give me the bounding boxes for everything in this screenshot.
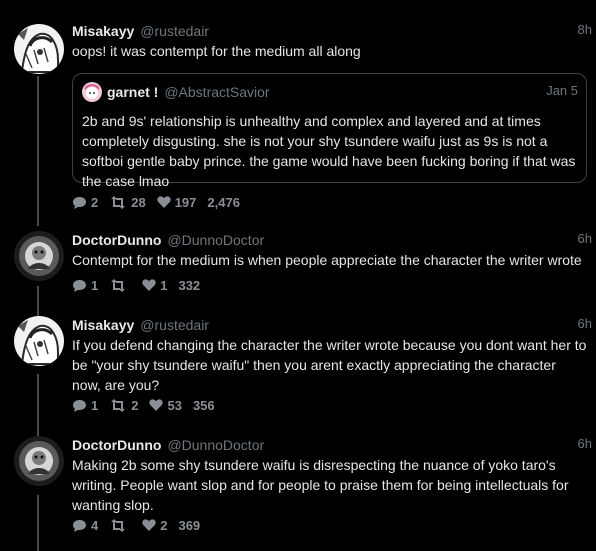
heart-icon — [149, 399, 164, 411]
tweet-text: oops! it was contempt for the medium all… — [72, 43, 361, 59]
clipped-top-icons — [268, 0, 328, 4]
tweet[interactable]: Misakayy @rustedair 8h oops! it was conte… — [0, 22, 596, 222]
reply-button[interactable]: 2 — [72, 195, 98, 210]
tweet-header: Misakayy @rustedair — [72, 316, 596, 334]
retweet-icon — [111, 398, 126, 412]
tweet-actions: 1 1 332 — [72, 277, 200, 293]
retweet-icon — [111, 278, 126, 292]
retweet-button[interactable] — [109, 278, 131, 292]
tweet-actions: 4 2 369 — [72, 517, 200, 533]
tweet-header: Misakayy @rustedair — [72, 22, 596, 40]
retweet-button[interactable]: 28 — [109, 194, 146, 210]
tweet-actions: 1 2 53 356 — [72, 397, 215, 413]
tweet-text: Making 2b some shy tsundere waifu is dis… — [72, 457, 569, 513]
view-count[interactable]: 356 — [193, 398, 215, 413]
heart-icon — [142, 519, 156, 531]
reply-count: 4 — [91, 517, 99, 533]
retweet-count: 2 — [131, 397, 139, 413]
reply-count: 1 — [91, 277, 99, 293]
reply-icon — [73, 519, 86, 532]
retweet-button[interactable] — [109, 518, 131, 532]
view-count[interactable]: 332 — [178, 278, 200, 293]
retweet-button[interactable]: 2 — [109, 398, 138, 413]
view-count[interactable]: 2,476 — [207, 195, 240, 210]
user-handle[interactable]: @DunnoDoctor — [167, 232, 264, 248]
tweet[interactable]: DoctorDunno @DunnoDoctor 6h Contempt for … — [0, 231, 596, 297]
reply-icon — [73, 196, 86, 209]
reply-button[interactable]: 1 — [72, 278, 98, 293]
user-handle[interactable]: @rustedair — [140, 23, 209, 39]
reply-button[interactable]: 1 — [72, 398, 98, 413]
timestamp[interactable]: 6h — [578, 231, 592, 246]
avatar[interactable] — [14, 24, 64, 74]
tweet-header: DoctorDunno @DunnoDoctor — [72, 436, 596, 454]
user-handle[interactable]: @rustedair — [140, 317, 209, 333]
reply-count: 2 — [91, 194, 99, 210]
avatar[interactable] — [14, 316, 64, 366]
user-handle[interactable]: @DunnoDoctor — [167, 437, 264, 453]
view-count[interactable]: 369 — [178, 518, 200, 533]
timestamp[interactable]: 8h — [578, 22, 592, 37]
tweet[interactable]: DoctorDunno @DunnoDoctor 6h Making 2b som… — [0, 436, 596, 541]
quote-text: 2b and 9s' relationship is unhealthy and… — [82, 113, 576, 189]
like-count: 2 — [160, 517, 168, 533]
like-count: 53 — [167, 397, 182, 413]
like-count: 197 — [174, 194, 197, 210]
quote-display-name: garnet ! — [107, 84, 159, 100]
tweet-header: DoctorDunno @DunnoDoctor — [72, 231, 596, 249]
quote-timestamp: Jan 5 — [546, 83, 578, 98]
avatar[interactable] — [14, 231, 64, 281]
retweet-icon — [111, 195, 126, 209]
reply-icon — [73, 279, 86, 292]
quote-user-handle: @AbstractSavior — [164, 84, 270, 100]
quote-header: garnet ! @AbstractSavior — [107, 83, 578, 101]
display-name[interactable]: DoctorDunno — [72, 232, 161, 248]
like-button[interactable]: 1 — [142, 278, 167, 293]
tweet-text: If you defend changing the character the… — [72, 337, 587, 393]
reply-button[interactable]: 4 — [72, 518, 98, 533]
heart-icon — [142, 279, 156, 291]
like-count: 1 — [160, 277, 168, 293]
quoted-tweet[interactable]: garnet ! @AbstractSavior Jan 5 2b and 9s'… — [72, 73, 587, 189]
tweet-text: Contempt for the medium is when people a… — [72, 252, 582, 268]
retweet-count: 28 — [131, 194, 146, 210]
quote-avatar — [82, 82, 102, 102]
heart-icon — [157, 196, 171, 208]
tweet-actions: 2 28 197 2,476 — [72, 194, 240, 210]
tweet[interactable]: Misakayy @rustedair 6h If you defend chan… — [0, 316, 596, 416]
display-name[interactable]: Misakayy — [72, 317, 134, 333]
like-button[interactable]: 197 — [157, 194, 197, 210]
timestamp[interactable]: 6h — [578, 316, 592, 331]
timestamp[interactable]: 6h — [578, 436, 592, 451]
retweet-icon — [111, 518, 126, 532]
reply-count: 1 — [91, 397, 99, 413]
like-button[interactable]: 53 — [149, 397, 182, 413]
display-name[interactable]: DoctorDunno — [72, 437, 161, 453]
avatar[interactable] — [14, 436, 64, 486]
reply-icon — [73, 399, 86, 412]
display-name[interactable]: Misakayy — [72, 23, 134, 39]
like-button[interactable]: 2 — [142, 518, 167, 533]
